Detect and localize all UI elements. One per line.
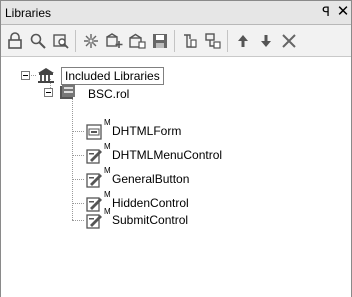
tree-connector bbox=[72, 131, 84, 132]
modified-mark: M bbox=[104, 207, 111, 216]
panel-titlebar: Libraries ꟼ ✕ bbox=[1, 1, 351, 25]
add-library-icon[interactable] bbox=[104, 31, 124, 51]
copy-icon[interactable] bbox=[203, 31, 223, 51]
toolbar-separator bbox=[75, 30, 76, 52]
close-icon[interactable]: ✕ bbox=[336, 3, 350, 21]
panel-title: Libraries bbox=[5, 6, 52, 20]
tree-connector bbox=[72, 155, 84, 156]
tree-connector bbox=[72, 220, 84, 221]
library-file-icon bbox=[58, 83, 76, 101]
modified-mark: M bbox=[104, 190, 111, 199]
tree-connector bbox=[72, 179, 84, 180]
library-building-icon bbox=[37, 66, 55, 84]
find-icon[interactable] bbox=[28, 31, 48, 51]
control-icon bbox=[85, 147, 103, 165]
item-generalbutton[interactable]: GeneralButton bbox=[112, 172, 189, 186]
control-icon bbox=[85, 195, 103, 213]
move-up-icon[interactable] bbox=[233, 31, 253, 51]
modified-mark: M bbox=[104, 118, 111, 127]
tree-connector bbox=[72, 99, 73, 220]
tree-connector bbox=[72, 203, 84, 204]
delete-icon[interactable] bbox=[279, 31, 299, 51]
collapse-library-icon[interactable] bbox=[44, 88, 53, 97]
libraries-toolbar bbox=[1, 25, 351, 57]
item-dhtmlmenucontrol[interactable]: DHTMLMenuControl bbox=[112, 148, 222, 162]
move-down-icon[interactable] bbox=[256, 31, 276, 51]
modified-mark: M bbox=[104, 142, 111, 151]
toolbar-separator bbox=[227, 30, 228, 52]
cut-icon[interactable] bbox=[180, 31, 200, 51]
item-submitcontrol[interactable]: SubmitControl bbox=[112, 213, 188, 227]
library-properties-icon[interactable] bbox=[127, 31, 147, 51]
new-library-icon[interactable] bbox=[81, 31, 101, 51]
save-icon[interactable] bbox=[150, 31, 170, 51]
pin-icon[interactable]: ꟼ bbox=[319, 4, 333, 20]
included-libraries-node[interactable]: Included Libraries bbox=[61, 67, 164, 85]
libraries-panel: Libraries ꟼ ✕ Included Libraries BSC.rol… bbox=[0, 0, 352, 297]
toolbar-separator bbox=[174, 30, 175, 52]
lock-icon[interactable] bbox=[5, 31, 25, 51]
libraries-tree: Included Libraries BSC.rol M DHTMLForm M… bbox=[1, 57, 351, 297]
modified-mark: M bbox=[104, 166, 111, 175]
find-replace-icon[interactable] bbox=[51, 31, 71, 51]
bsc-rol-node[interactable]: BSC.rol bbox=[88, 87, 129, 101]
item-dhtmlform[interactable]: DHTMLForm bbox=[112, 124, 181, 138]
form-icon bbox=[85, 123, 103, 141]
control-icon bbox=[85, 171, 103, 189]
item-hiddencontrol[interactable]: HiddenControl bbox=[112, 196, 189, 210]
collapse-root-icon[interactable] bbox=[21, 71, 30, 80]
control-icon bbox=[85, 212, 103, 230]
